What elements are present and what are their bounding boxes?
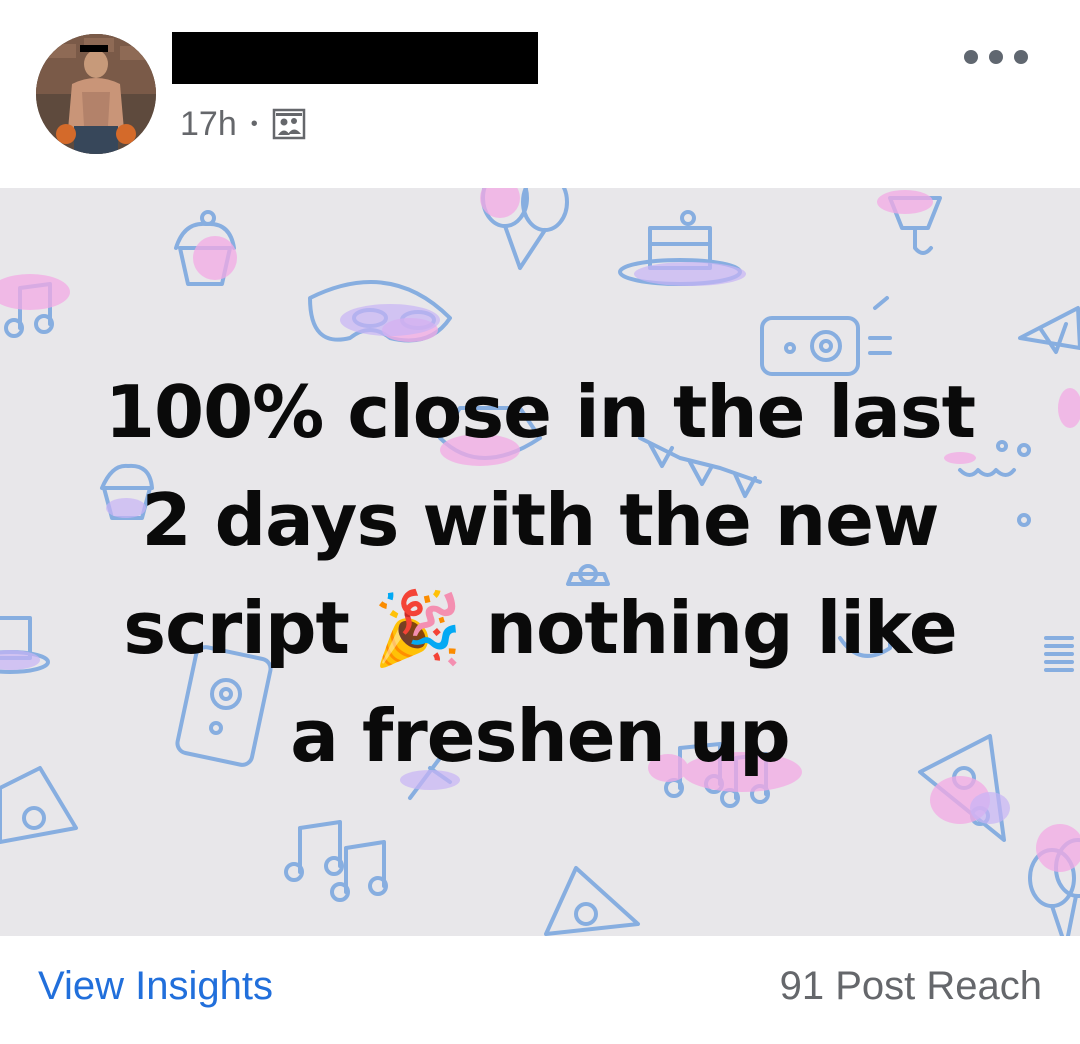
image-text-line: a freshen up [290, 694, 790, 778]
post-card: 17h • 100% close in the last 2 days with… [0, 0, 1080, 1044]
group-audience-icon [272, 107, 306, 141]
post-reach-count: 91 Post Reach [779, 964, 1042, 1008]
post-image[interactable]: 100% close in the last 2 days with the n… [0, 188, 1080, 936]
post-footer: View Insights 91 Post Reach [0, 936, 1080, 1044]
post-image-text: 100% close in the last 2 days with the n… [60, 358, 1020, 790]
image-text-line: 100% close in the last [104, 370, 976, 454]
post-header: 17h • [0, 0, 1080, 188]
image-text-line: script 🎉 nothing like [123, 586, 958, 670]
author-name-redacted[interactable] [172, 32, 538, 84]
more-options-icon[interactable] [964, 42, 1028, 72]
avatar[interactable] [36, 34, 156, 154]
post-meta: 17h • [180, 100, 306, 148]
view-insights-link[interactable]: View Insights [38, 964, 273, 1009]
meta-separator: • [250, 112, 258, 135]
image-text-line: 2 days with the new [141, 478, 939, 562]
post-timestamp[interactable]: 17h [180, 105, 237, 144]
